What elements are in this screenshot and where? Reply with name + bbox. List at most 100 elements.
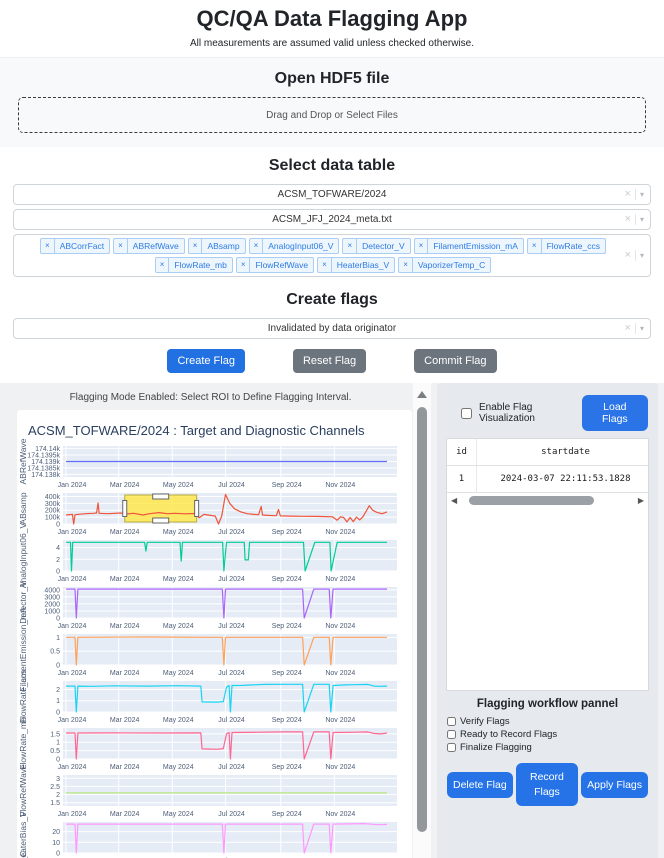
variables-multiselect[interactable]: ×ABCorrFact×ABRefWave×ABsamp×AnalogInput… (13, 234, 651, 277)
variable-chip-label: HeaterBias_V (332, 258, 394, 272)
svg-text:0: 0 (56, 710, 60, 717)
roi-drag-handle[interactable] (153, 494, 169, 499)
clear-icon[interactable]: × (625, 250, 631, 261)
caret-down-icon[interactable]: ▾ (640, 191, 644, 199)
clear-icon[interactable]: × (625, 189, 631, 200)
subplot-HeaterBias_V[interactable]: Jan 2024Mar 2024May 2024Jul 2024Sep 2024… (17, 820, 411, 858)
caret-down-icon[interactable]: ▾ (640, 325, 644, 333)
remove-variable-icon[interactable]: × (156, 258, 170, 272)
workflow-checkbox-ready-to-record-flags[interactable] (447, 730, 456, 739)
variable-chip[interactable]: ×VaporizerTemp_C (398, 257, 491, 273)
scroll-left-icon[interactable]: ◀ (451, 497, 457, 505)
caret-down-icon[interactable]: ▾ (640, 252, 644, 260)
dropzone-label: Drag and Drop or Select Files (266, 110, 398, 121)
chart-title: ACSM_TOFWARE/2024 : Target and Diagnosti… (17, 410, 412, 444)
remove-variable-icon[interactable]: × (415, 239, 429, 253)
upload-section: Open HDF5 file Drag and Drop or Select F… (0, 57, 664, 147)
dataset-dropdown[interactable]: ACSM_TOFWARE/2024 × ▾ (13, 184, 651, 205)
svg-text:174.1385k: 174.1385k (27, 465, 60, 472)
subplot-AnalogInput06_V[interactable]: Jan 2024Mar 2024May 2024Jul 2024Sep 2024… (17, 538, 411, 585)
variable-chip[interactable]: ×ABRefWave (113, 238, 185, 254)
svg-text:1.5: 1.5 (50, 800, 60, 807)
svg-text:174.14k: 174.14k (35, 446, 60, 453)
table-scrollbar-thumb[interactable] (469, 496, 594, 505)
enable-flag-viz-checkbox[interactable] (461, 408, 472, 419)
flags-table-card: idstartdateenddate12024-03-07 22:11:53.1… (446, 438, 649, 691)
workflow-checkbox-verify-flags[interactable] (447, 717, 456, 726)
subplot-FilamentEmission_mA[interactable]: Jan 2024Mar 2024May 2024Jul 2024Sep 2024… (17, 632, 411, 679)
roi-drag-handle[interactable] (195, 501, 199, 517)
svg-text:4000: 4000 (44, 587, 60, 594)
table-header-id[interactable]: id (447, 439, 477, 465)
delete-flag-button[interactable]: Delete Flag (447, 772, 513, 798)
subplot-ABRefWave[interactable]: Jan 2024Mar 2024May 2024Jul 2024Sep 2024… (17, 444, 411, 491)
variable-chip-label: VaporizerTemp_C (413, 258, 490, 272)
variable-chip[interactable]: ×Detector_V (342, 238, 410, 254)
table-row[interactable]: 12024-03-07 22:11:53.18282024-05-28 17 (447, 466, 649, 493)
caret-down-icon[interactable]: ▾ (640, 216, 644, 224)
variable-chip[interactable]: ×ABCorrFact (40, 238, 110, 254)
svg-text:100k: 100k (45, 515, 61, 522)
flag-type-dropdown[interactable]: Invalidated by data originator × ▾ (13, 318, 651, 339)
svg-text:Mar 2024: Mar 2024 (110, 811, 140, 818)
create-flag-button[interactable]: Create Flag (167, 349, 244, 373)
chart-card: ACSM_TOFWARE/2024 : Target and Diagnosti… (17, 410, 412, 858)
remove-variable-icon[interactable]: × (528, 239, 542, 253)
vertical-scrollbar-thumb[interactable] (417, 407, 427, 832)
variable-chip[interactable]: ×ABsamp (188, 238, 246, 254)
table-header-startdate[interactable]: startdate (477, 439, 649, 465)
remove-variable-icon[interactable]: × (41, 239, 55, 253)
remove-variable-icon[interactable]: × (343, 239, 357, 253)
scroll-up-icon[interactable] (417, 391, 427, 398)
vertical-scrollbar[interactable] (413, 383, 431, 858)
record-flags-button[interactable]: Record Flags (516, 763, 578, 806)
svg-text:Jan 2024: Jan 2024 (58, 811, 87, 818)
variable-chip[interactable]: ×FlowRate_ccs (527, 238, 606, 254)
subplot-FlowRate_ccs[interactable]: Jan 2024Mar 2024May 2024Jul 2024Sep 2024… (17, 679, 411, 726)
table-cell: 1 (447, 466, 477, 492)
roi-drag-handle[interactable] (123, 501, 127, 517)
reset-flag-button[interactable]: Reset Flag (293, 349, 366, 373)
apply-flags-button[interactable]: Apply Flags (581, 772, 648, 798)
load-flags-button[interactable]: Load Flags (582, 395, 648, 431)
variable-chip-label: ABRefWave (128, 239, 184, 253)
svg-text:Jan 2024: Jan 2024 (58, 623, 87, 630)
remove-variable-icon[interactable]: × (318, 258, 332, 272)
file-dropzone[interactable]: Drag and Drop or Select Files (18, 97, 646, 133)
subplot-FlowRefWave[interactable]: Jan 2024Mar 2024May 2024Jul 2024Sep 2024… (17, 773, 411, 820)
workflow-checkbox-label: Verify Flags (460, 716, 510, 727)
remove-variable-icon[interactable]: × (237, 258, 251, 272)
chart-panel: Flagging Mode Enabled: Select ROI to Def… (8, 383, 413, 858)
variable-chip[interactable]: ×FilamentEmission_mA (414, 238, 524, 254)
remove-variable-icon[interactable]: × (114, 239, 128, 253)
table-horizontal-scrollbar[interactable]: ◀ ▶ (447, 493, 648, 508)
svg-text:Sep 2024: Sep 2024 (272, 764, 302, 771)
create-flags-section: Create flags Invalidated by data origina… (0, 281, 664, 383)
variable-chip[interactable]: ×FlowRate_mb (155, 257, 233, 273)
subplot-Detector_V[interactable]: Jan 2024Mar 2024May 2024Jul 2024Sep 2024… (17, 585, 411, 632)
variable-chip[interactable]: ×AnalogInput06_V (249, 238, 340, 254)
y-axis-label: FlowRate_mb (18, 717, 28, 770)
remove-variable-icon[interactable]: × (250, 239, 264, 253)
svg-text:Mar 2024: Mar 2024 (110, 717, 140, 724)
y-axis-label: FlowRate_ccs (18, 670, 28, 723)
svg-text:Sep 2024: Sep 2024 (272, 576, 302, 583)
clear-icon[interactable]: × (625, 214, 631, 225)
svg-text:Jul 2024: Jul 2024 (218, 811, 245, 818)
workflow-checkbox-finalize-flagging[interactable] (447, 743, 456, 752)
variable-chip[interactable]: ×HeaterBias_V (317, 257, 395, 273)
svg-text:2: 2 (56, 687, 60, 694)
remove-variable-icon[interactable]: × (399, 258, 413, 272)
variable-chip[interactable]: ×FlowRefWave (236, 257, 314, 273)
subplot-ABsamp[interactable]: Jan 2024Mar 2024May 2024Jul 2024Sep 2024… (17, 491, 411, 538)
workflow-heading: Flagging workflow pannel (437, 698, 658, 710)
roi-drag-handle[interactable] (153, 518, 169, 523)
file-dropdown[interactable]: ACSM_JFJ_2024_meta.txt × ▾ (13, 209, 651, 230)
remove-variable-icon[interactable]: × (189, 239, 203, 253)
commit-flag-button[interactable]: Commit Flag (414, 349, 496, 373)
subplot-FlowRate_mb[interactable]: Jan 2024Mar 2024May 2024Jul 2024Sep 2024… (17, 726, 411, 773)
svg-text:400k: 400k (45, 494, 61, 501)
svg-text:Jul 2024: Jul 2024 (218, 670, 245, 677)
scroll-right-icon[interactable]: ▶ (638, 497, 644, 505)
clear-icon[interactable]: × (625, 323, 631, 334)
